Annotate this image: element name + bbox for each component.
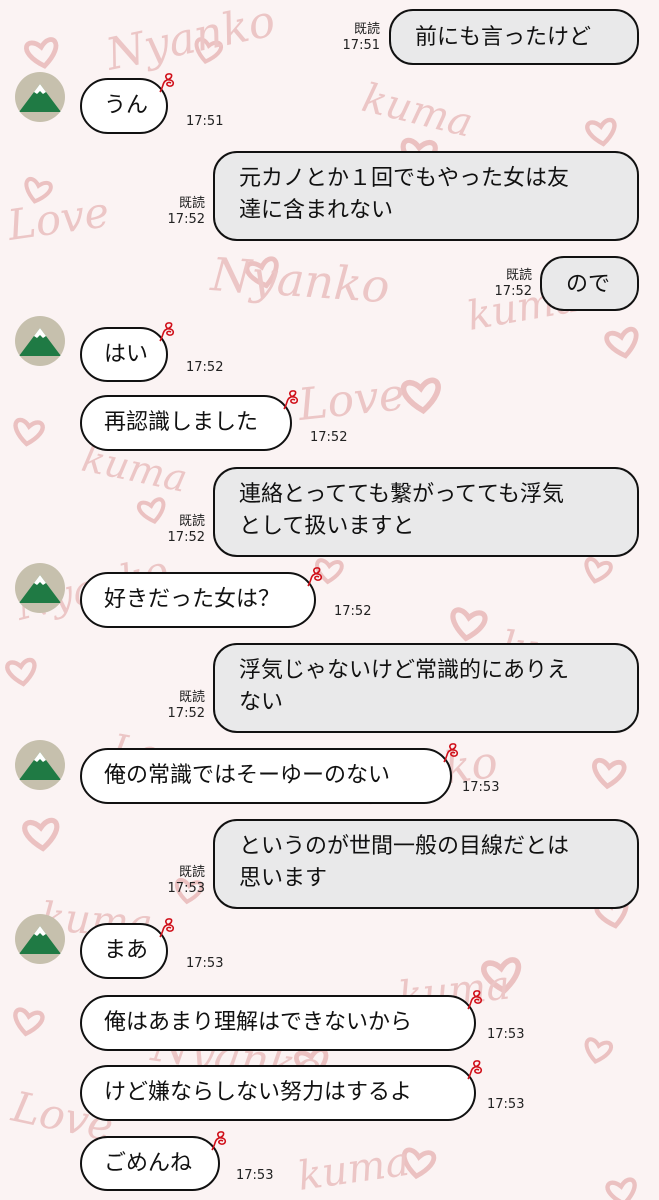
message-time: 17:52 <box>334 604 372 619</box>
message-bubble[interactable]: 元カノとか１回でもやった女は友 達に含まれない <box>213 151 639 241</box>
message-time: 17:52 <box>186 360 224 375</box>
bubble-heart-tail-icon <box>442 742 460 764</box>
message-text-line: 元カノとか１回でもやった女は友 <box>239 166 570 191</box>
message-text-line: というのが世間一般の目線だとは <box>239 834 570 859</box>
bubble-heart-tail-icon <box>306 566 324 588</box>
mountain-avatar-icon <box>19 575 61 603</box>
mountain-avatar-icon <box>19 752 61 780</box>
message-text: ので <box>566 272 611 297</box>
message-time: 17:53 <box>462 780 500 795</box>
message-text: 前にも言ったけど <box>415 25 592 50</box>
message-text-line: 達に含まれない <box>239 198 394 223</box>
message-text-line: ない <box>239 690 284 715</box>
message-bubble[interactable]: 好きだった女は？ <box>80 567 323 628</box>
read-label: 既読 <box>178 514 205 529</box>
message-bubble[interactable]: 連絡とってても繋がってても浮気 として扱いますと <box>213 467 639 557</box>
message-time: 17:52 <box>167 706 205 721</box>
read-receipt: 既読 17:52 <box>155 514 205 546</box>
message-time: 17:51 <box>186 114 224 129</box>
read-receipt: 既読 17:52 <box>155 196 205 228</box>
message-bubble[interactable]: うん <box>80 73 175 134</box>
message-time: 17:52 <box>167 530 205 545</box>
message-text: 俺の常識ではそーゆーのない <box>104 763 391 788</box>
contact-avatar[interactable] <box>15 316 65 366</box>
bubble-heart-tail-icon <box>158 917 176 939</box>
read-receipt: 既読 17:53 <box>155 865 205 897</box>
contact-avatar[interactable] <box>15 72 65 122</box>
message-text: うん <box>104 93 149 118</box>
read-label: 既読 <box>353 22 380 37</box>
message-bubble[interactable]: けど嫌ならしない努力はするよ <box>80 1060 483 1121</box>
bubble-heart-tail-icon <box>158 321 176 343</box>
message-bubble[interactable]: 前にも言ったけど <box>389 9 639 65</box>
message-text: まあ <box>104 938 149 963</box>
read-label: 既読 <box>178 690 205 705</box>
message-text: けど嫌ならしない努力はするよ <box>104 1080 413 1105</box>
read-label: 既読 <box>178 865 205 880</box>
message-bubble[interactable]: ので <box>540 256 639 311</box>
contact-avatar[interactable] <box>15 563 65 613</box>
read-receipt: 既読 17:51 <box>330 22 380 54</box>
contact-avatar[interactable] <box>15 740 65 790</box>
message-time: 17:53 <box>487 1027 525 1042</box>
message-text-line: として扱いますと <box>239 514 415 539</box>
message-text-line: 浮気じゃないけど常識的にありえ <box>239 658 570 683</box>
message-bubble[interactable]: 浮気じゃないけど常識的にありえ ない <box>213 643 639 733</box>
read-receipt: 既読 17:52 <box>482 268 532 300</box>
message-bubble[interactable]: まあ <box>80 918 175 979</box>
message-text: ごめんね <box>104 1151 193 1176</box>
message-time: 17:52 <box>494 284 532 299</box>
mountain-avatar-icon <box>19 84 61 112</box>
message-time: 17:51 <box>342 38 380 53</box>
bubble-heart-tail-icon <box>282 389 300 411</box>
message-bubble[interactable]: はい <box>80 322 175 382</box>
mountain-avatar-icon <box>19 328 61 356</box>
message-time: 17:53 <box>186 956 224 971</box>
bubble-heart-tail-icon <box>466 989 484 1011</box>
message-bubble[interactable]: というのが世間一般の目線だとは 思います <box>213 819 639 909</box>
bubble-heart-tail-icon <box>466 1059 484 1081</box>
read-label: 既読 <box>505 268 532 283</box>
message-text: はい <box>104 342 149 367</box>
message-time: 17:53 <box>487 1097 525 1112</box>
bubble-heart-tail-icon <box>210 1130 228 1152</box>
message-time: 17:52 <box>167 212 205 227</box>
message-text: 俺はあまり理解はできないから <box>104 1010 413 1035</box>
message-bubble[interactable]: 俺の常識ではそーゆーのない <box>80 743 459 804</box>
message-text-line: 思います <box>239 866 328 891</box>
contact-avatar[interactable] <box>15 914 65 964</box>
message-time: 17:52 <box>310 430 348 445</box>
message-text: 再認識しました <box>104 410 259 435</box>
read-label: 既読 <box>178 196 205 211</box>
mountain-avatar-icon <box>19 926 61 954</box>
bubble-heart-tail-icon <box>158 72 176 94</box>
message-text: 好きだった女は？ <box>104 587 281 612</box>
message-bubble[interactable]: ごめんね <box>80 1131 227 1191</box>
message-bubble[interactable]: 俺はあまり理解はできないから <box>80 990 483 1051</box>
message-text-line: 連絡とってても繋がってても浮気 <box>239 482 564 507</box>
read-receipt: 既読 17:52 <box>155 690 205 722</box>
message-time: 17:53 <box>236 1168 274 1183</box>
message-time: 17:53 <box>167 881 205 896</box>
message-bubble[interactable]: 再認識しました <box>80 390 299 451</box>
